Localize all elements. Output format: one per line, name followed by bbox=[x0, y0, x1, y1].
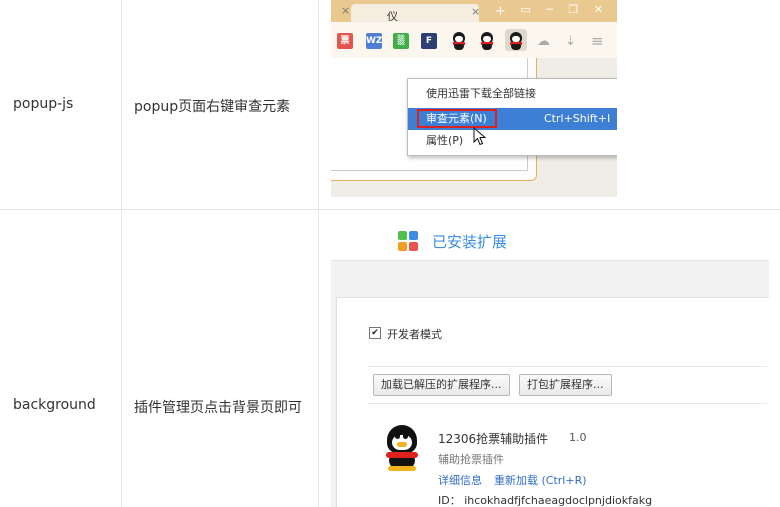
menu-icon[interactable]: ≡ bbox=[591, 32, 604, 50]
inspect-shortcut: Ctrl+Shift+I bbox=[544, 112, 611, 125]
plugin-id: ID： ihcokhadfjfchaeagdoclpnjdiokfakg bbox=[438, 494, 653, 507]
menu-item-properties[interactable]: 属性(P) bbox=[408, 130, 617, 152]
column-divider bbox=[318, 210, 319, 507]
menu-item-inspect[interactable]: 审查元素(N) Ctrl+Shift+I bbox=[408, 108, 617, 130]
extension-toolbar: 票 WZ ▒ F ☁ ⇣ ≡ bbox=[331, 22, 617, 58]
browser-tab[interactable]: 仪 bbox=[351, 4, 479, 23]
plugin-description: 辅助抢票插件 bbox=[438, 453, 504, 466]
extensions-header: 已安装扩展 bbox=[331, 222, 769, 261]
tab-close-icon[interactable]: × bbox=[341, 4, 350, 17]
extensions-logo-icon bbox=[398, 231, 418, 251]
cloud-icon[interactable]: ☁ bbox=[537, 34, 550, 49]
mouse-cursor-icon bbox=[473, 127, 487, 146]
wz-extension-icon[interactable]: WZ bbox=[366, 33, 382, 49]
menu-item-thunder-download[interactable]: 使用迅雷下载全部链接 bbox=[408, 83, 617, 105]
plugin-version: 1.0 bbox=[569, 431, 587, 444]
context-menu: 使用迅雷下载全部链接 审查元素(N) Ctrl+Shift+I 属性(P) bbox=[407, 78, 617, 156]
page-title: 已安装扩展 bbox=[432, 233, 508, 251]
f-extension-icon[interactable]: F bbox=[421, 33, 437, 49]
plugin-name: 12306抢票辅助插件 bbox=[438, 432, 549, 446]
row-name: popup-js bbox=[13, 96, 74, 112]
table-row: popup-js popup页面右键审查元素 × 仪 × + ▭ ─ ❐ ✕ 票… bbox=[0, 0, 780, 210]
tab-close-icon[interactable]: × bbox=[471, 5, 480, 18]
pack-extension-button[interactable]: 打包扩展程序... bbox=[519, 374, 612, 396]
extensions-panel: ✔ 开发者模式 加载已解压的扩展程序... 打包扩展程序... 12306抢票辅… bbox=[336, 297, 769, 507]
column-divider bbox=[121, 210, 122, 507]
download-icon[interactable]: ⇣ bbox=[565, 34, 576, 49]
reload-link[interactable]: 重新加载 (Ctrl+R) bbox=[494, 472, 587, 488]
divider bbox=[367, 366, 767, 367]
qq-penguin-icon[interactable] bbox=[479, 32, 495, 50]
divider bbox=[367, 403, 767, 404]
column-divider bbox=[318, 0, 319, 209]
annotation-highlight-box bbox=[417, 109, 497, 128]
doc-page: popup-js popup页面右键审查元素 × 仪 × + ▭ ─ ❐ ✕ 票… bbox=[0, 0, 780, 507]
qrcode-extension-icon[interactable]: ▒ bbox=[393, 33, 409, 49]
ticket-extension-icon[interactable]: 票 bbox=[337, 33, 353, 49]
row-method: popup页面右键审查元素 bbox=[134, 99, 291, 115]
developer-mode-label: 开发者模式 bbox=[387, 328, 442, 341]
qq-penguin-icon bbox=[382, 425, 422, 471]
row-method: 插件管理页点击背景页即可 bbox=[134, 400, 302, 416]
column-divider bbox=[121, 0, 122, 209]
qq-penguin-icon[interactable] bbox=[451, 32, 467, 50]
details-link[interactable]: 详细信息 bbox=[438, 472, 482, 488]
tab-bar: × 仪 × + ▭ ─ ❐ ✕ bbox=[331, 0, 617, 23]
row-name: background bbox=[13, 397, 96, 413]
window-controls[interactable]: ▭ ─ ❐ ✕ bbox=[520, 3, 609, 16]
extensions-screenshot: 已安装扩展 ✔ 开发者模式 加载已解压的扩展程序... 打包扩展程序... 12… bbox=[331, 222, 769, 507]
qq-penguin-icon[interactable] bbox=[508, 32, 524, 50]
popup-screenshot: × 仪 × + ▭ ─ ❐ ✕ 票 WZ ▒ F ☁ ⇣ ≡ 使用迅雷下载全部链… bbox=[331, 0, 617, 197]
developer-mode-checkbox[interactable]: ✔ bbox=[369, 327, 381, 339]
load-unpacked-button[interactable]: 加载已解压的扩展程序... bbox=[373, 374, 510, 396]
new-tab-button[interactable]: + bbox=[495, 4, 506, 19]
